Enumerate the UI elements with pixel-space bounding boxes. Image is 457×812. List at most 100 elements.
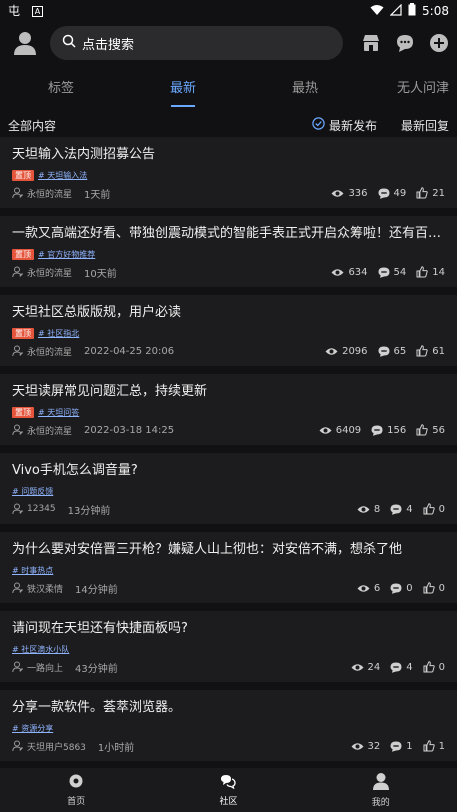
post-meta: 铁汉柔情 14分钟前 6 0 0 bbox=[12, 579, 445, 597]
post-card[interactable]: 请问现在天坦还有快捷面板吗? # 社区滴水小队 一路向上 43分钟前 24 4 … bbox=[0, 611, 457, 682]
nav-me[interactable]: 我的 bbox=[341, 772, 421, 808]
post-category-tag[interactable]: # 资源分享 bbox=[12, 723, 53, 734]
sort-latest-reply-option[interactable]: 最新回复 bbox=[401, 117, 449, 134]
like-count[interactable]: 21 bbox=[416, 187, 445, 199]
post-category-tag[interactable]: # 时事热点 bbox=[12, 565, 53, 576]
post-card[interactable]: 天坦社区总版版规，用户必读 置顶 # 社区指北 永恒的流星 2022-04-25… bbox=[0, 295, 457, 366]
post-time: 1小时前 bbox=[97, 742, 135, 754]
post-tags: 置顶 # 社区指北 bbox=[12, 325, 445, 341]
post-category-tag[interactable]: # 天坦输入法 bbox=[38, 170, 87, 181]
like-count[interactable]: 14 bbox=[416, 266, 445, 278]
reply-count-value: 1 bbox=[406, 740, 413, 752]
author-name[interactable]: 永恒的流星 bbox=[27, 266, 72, 279]
comment-icon bbox=[390, 741, 402, 752]
post-tags: 置顶 # 天坦输入法 bbox=[12, 167, 445, 183]
author-name[interactable]: 天坦用户5863 bbox=[27, 740, 86, 753]
post-category-tag[interactable]: # 社区滴水小队 bbox=[12, 644, 69, 655]
tab-latest[interactable]: 最新 bbox=[122, 69, 244, 109]
reply-count-value: 156 bbox=[387, 424, 407, 436]
author-name[interactable]: 永恒的流星 bbox=[27, 424, 72, 437]
view-count-value: 336 bbox=[348, 187, 368, 199]
post-card[interactable]: 为什么要对安倍晋三开枪？嫌疑人山上彻也：对安倍不满，想杀了他 # 时事热点 铁汉… bbox=[0, 532, 457, 603]
like-count[interactable]: 0 bbox=[423, 503, 445, 515]
like-count[interactable]: 1 bbox=[423, 740, 445, 752]
tab-unanswered[interactable]: 无人问津 bbox=[366, 69, 457, 109]
author-name[interactable]: 永恒的流星 bbox=[27, 345, 72, 358]
thumbs-up-icon bbox=[416, 187, 428, 199]
pinned-badge: 置顶 bbox=[12, 406, 34, 418]
post-card[interactable]: 分享一款软件。荟萃浏览器。 # 资源分享 天坦用户5863 1小时前 32 1 … bbox=[0, 690, 457, 761]
post-time: 1天前 bbox=[84, 189, 111, 201]
author-icon bbox=[12, 740, 24, 752]
post-card[interactable]: 天坦读屏常见问题汇总，持续更新 置顶 # 天坦问答 永恒的流星 2022-03-… bbox=[0, 374, 457, 445]
message-icon[interactable] bbox=[395, 33, 415, 53]
eye-icon bbox=[351, 663, 364, 672]
post-time: 2022-03-18 14:25 bbox=[84, 424, 175, 436]
reply-count: 54 bbox=[378, 266, 407, 278]
post-time: 43分钟前 bbox=[75, 663, 118, 675]
like-count-value: 1 bbox=[438, 740, 445, 752]
view-count: 6 bbox=[357, 583, 380, 594]
post-tags: # 时事热点 bbox=[12, 562, 445, 578]
tab-hottest[interactable]: 最热 bbox=[244, 69, 366, 109]
comment-icon bbox=[390, 662, 402, 673]
category-tabs: 标签 最新 最热 无人问津 bbox=[0, 69, 457, 109]
author-name[interactable]: 12345 bbox=[27, 504, 56, 514]
post-title: 一款又高端还好看、带独创震动模式的智能手表正式开启众筹啦！还有百元大奖等你拿！ bbox=[12, 226, 445, 241]
author-name[interactable]: 永恒的流星 bbox=[27, 187, 72, 200]
svg-text:屯: 屯 bbox=[8, 4, 20, 17]
sort-latest-post-label: 最新发布 bbox=[328, 118, 377, 133]
post-card[interactable]: 一款又高端还好看、带独创震动模式的智能手表正式开启众筹啦！还有百元大奖等你拿！ … bbox=[0, 216, 457, 287]
reply-count-value: 65 bbox=[393, 345, 407, 357]
author-icon bbox=[12, 503, 24, 515]
person-icon bbox=[372, 772, 390, 793]
post-category-tag[interactable]: # 官方好物推荐 bbox=[38, 249, 95, 260]
add-post-icon[interactable] bbox=[429, 33, 449, 53]
reply-count: 49 bbox=[378, 188, 406, 199]
thumbs-up-icon bbox=[416, 345, 428, 357]
search-bar[interactable]: 点击搜索 bbox=[50, 26, 343, 60]
post-meta: 永恒的流星 10天前 634 54 14 bbox=[12, 263, 445, 281]
like-count[interactable]: 0 bbox=[423, 582, 445, 594]
post-tags: 置顶 # 官方好物推荐 bbox=[12, 246, 445, 262]
post-title: 请问现在天坦还有快捷面板吗? bbox=[12, 621, 188, 636]
tab-tags[interactable]: 标签 bbox=[0, 69, 122, 109]
clock-time: 5:08 bbox=[422, 4, 449, 18]
author-name[interactable]: 一路向上 bbox=[27, 661, 63, 674]
thumbs-up-icon bbox=[416, 266, 428, 278]
check-circle-icon bbox=[312, 117, 325, 133]
user-avatar-icon[interactable] bbox=[12, 30, 38, 56]
nav-home[interactable]: 首页 bbox=[36, 773, 116, 807]
reply-count: 1 bbox=[390, 740, 413, 752]
scope-filter[interactable]: 全部内容 bbox=[8, 117, 56, 134]
store-icon[interactable] bbox=[361, 33, 381, 53]
thumbs-up-icon bbox=[423, 503, 435, 515]
post-card[interactable]: Vivo手机怎么调音量? # 问题反馈 12345 13分钟前 8 4 0 bbox=[0, 453, 457, 524]
sort-latest-post-option[interactable]: 最新发布 bbox=[312, 117, 377, 134]
like-count-value: 0 bbox=[438, 661, 445, 673]
pinned-badge: 置顶 bbox=[12, 169, 34, 181]
view-count: 336 bbox=[331, 187, 368, 199]
comment-icon bbox=[371, 425, 383, 436]
post-category-tag[interactable]: # 社区指北 bbox=[38, 328, 79, 339]
post-category-tag[interactable]: # 天坦问答 bbox=[38, 407, 79, 418]
post-category-tag[interactable]: # 问题反馈 bbox=[12, 486, 53, 497]
like-count[interactable]: 56 bbox=[416, 424, 445, 436]
view-count: 24 bbox=[351, 662, 380, 673]
like-count[interactable]: 61 bbox=[416, 345, 445, 357]
post-card[interactable]: 天坦输入法内测招募公告 置顶 # 天坦输入法 永恒的流星 1天前 336 49 … bbox=[0, 137, 457, 208]
like-count[interactable]: 0 bbox=[423, 661, 445, 673]
view-count-value: 32 bbox=[367, 740, 381, 752]
eye-icon bbox=[357, 505, 370, 514]
nav-community[interactable]: 社区 bbox=[188, 773, 268, 807]
author-icon bbox=[12, 424, 24, 436]
reply-count: 156 bbox=[371, 425, 406, 436]
post-list: 天坦输入法内测招募公告 置顶 # 天坦输入法 永恒的流星 1天前 336 49 … bbox=[0, 137, 457, 812]
reply-count: 65 bbox=[378, 345, 407, 357]
a-notification-icon: A bbox=[32, 5, 43, 17]
comment-icon bbox=[378, 267, 390, 278]
reply-count-value: 54 bbox=[393, 266, 407, 278]
author-name[interactable]: 铁汉柔情 bbox=[27, 582, 63, 595]
post-tags: # 问题反馈 bbox=[12, 483, 445, 499]
reply-count: 4 bbox=[390, 504, 413, 515]
